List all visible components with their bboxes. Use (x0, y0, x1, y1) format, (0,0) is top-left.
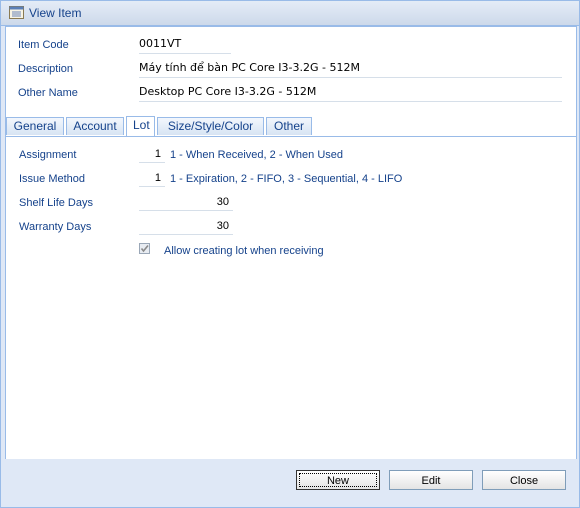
window-title: View Item (29, 6, 82, 20)
checkmark-icon (140, 244, 149, 253)
close-button[interactable]: Close (482, 470, 566, 490)
tab-strip: General Account Lot Size/Style/Color Oth… (6, 116, 576, 137)
other-name-label: Other Name (18, 87, 78, 99)
description-field[interactable]: Máy tính để bàn PC Core I3-3.2G - 512M (139, 61, 562, 78)
item-form-panel: Item Code 0011VT Description Máy tính để… (5, 26, 577, 460)
assignment-field[interactable]: 1 (139, 147, 165, 163)
shelf-life-days-label: Shelf Life Days (19, 197, 93, 209)
warranty-days-label: Warranty Days (19, 221, 92, 233)
button-bar: New Edit Close (1, 459, 579, 507)
item-code-label: Item Code (18, 39, 69, 51)
assignment-label: Assignment (19, 149, 77, 161)
edit-button[interactable]: Edit (389, 470, 473, 490)
tab-lot[interactable]: Lot (126, 116, 155, 136)
issue-method-field[interactable]: 1 (139, 171, 165, 187)
item-code-field[interactable]: 0011VT (139, 37, 231, 54)
issue-method-hint: 1 - Expiration, 2 - FIFO, 3 - Sequential… (170, 173, 403, 185)
description-label: Description (18, 63, 74, 75)
title-bar[interactable]: View Item (1, 1, 579, 26)
shelf-life-days-field[interactable]: 30 (139, 195, 233, 211)
tab-general[interactable]: General (6, 117, 64, 135)
allow-lot-checkbox[interactable] (139, 243, 150, 254)
allow-lot-label: Allow creating lot when receiving (164, 245, 324, 257)
warranty-days-field[interactable]: 30 (139, 219, 233, 235)
tab-other[interactable]: Other (266, 117, 312, 135)
view-item-window: View Item Item Code 0011VT Description M… (0, 0, 580, 508)
tab-account[interactable]: Account (66, 117, 124, 135)
other-name-field[interactable]: Desktop PC Core I3-3.2G - 512M (139, 85, 562, 102)
issue-method-label: Issue Method (19, 173, 86, 185)
assignment-hint: 1 - When Received, 2 - When Used (170, 149, 344, 161)
tab-size-style-color[interactable]: Size/Style/Color (157, 117, 264, 135)
window-list-icon (9, 6, 24, 19)
new-button[interactable]: New (296, 470, 380, 490)
